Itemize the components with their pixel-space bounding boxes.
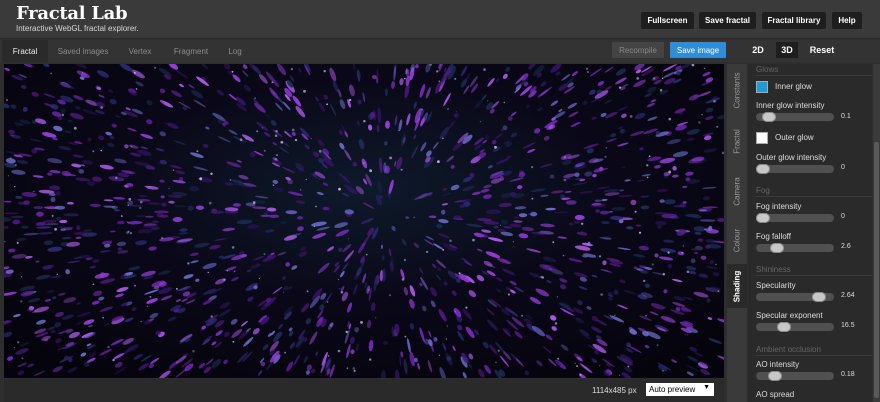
inner-glow-intensity-slider[interactable] (756, 112, 834, 122)
recompile-button[interactable]: Recompile (612, 42, 664, 58)
ao-intensity-slider[interactable] (756, 371, 834, 381)
reset-button[interactable]: Reset (806, 42, 838, 58)
outer-glow-label: Outer glow (775, 133, 814, 142)
fog-falloff-label: Fog falloff (756, 232, 791, 241)
section-divider (756, 355, 872, 356)
inner-glow-intensity-value: 0.1 (841, 113, 851, 120)
side-tab-colour[interactable]: Colour (727, 216, 747, 264)
slider-thumb[interactable] (762, 112, 776, 122)
specularity-slider[interactable] (756, 292, 834, 302)
app-tagline: Interactive WebGL fractal explorer. (16, 24, 139, 33)
app-logo: Fractal Lab (16, 3, 128, 24)
panel-scrollbar[interactable] (873, 64, 880, 402)
outer-glow-color-swatch[interactable] (756, 132, 768, 144)
specular-exponent-slider[interactable] (756, 322, 834, 332)
section-title-shininess: Shininess (756, 265, 791, 274)
mode-3d-button[interactable]: 3D (776, 42, 798, 58)
mode-2d-button[interactable]: 2D (747, 42, 769, 58)
main-tab-bar: Fractal Saved images Vertex Fragment Log… (0, 40, 880, 62)
panel-scrollbar-thumb[interactable] (874, 142, 879, 398)
settings-side-tabs: Constants Fractal Camera Colour Shading (727, 64, 747, 402)
preview-mode-select[interactable]: Auto preview ▼ (646, 383, 714, 396)
slider-thumb[interactable] (756, 213, 770, 223)
tab-log[interactable]: Log (220, 40, 250, 62)
fractal-render-image (4, 64, 724, 378)
inner-glow-label: Inner glow (775, 82, 812, 91)
specular-exponent-value: 16.5 (841, 322, 855, 329)
save-fractal-button[interactable]: Save fractal (699, 12, 756, 29)
section-title-fog: Fog (756, 186, 770, 195)
specular-exponent-label: Specular exponent (756, 311, 823, 320)
slider-thumb[interactable] (812, 292, 826, 302)
section-divider (756, 196, 872, 197)
ao-intensity-value: 0.18 (841, 371, 855, 378)
fog-intensity-value: 0 (841, 213, 845, 220)
section-divider (756, 275, 872, 276)
side-tab-shading[interactable]: Shading (727, 264, 747, 308)
outer-glow-intensity-slider[interactable] (756, 164, 834, 174)
specularity-label: Specularity (756, 281, 796, 290)
save-image-button[interactable]: Save image (670, 42, 726, 58)
outer-glow-intensity-label: Outer glow intensity (756, 153, 827, 162)
slider-thumb[interactable] (768, 371, 782, 381)
fractal-library-button[interactable]: Fractal library (762, 12, 826, 29)
preview-mode-value: Auto preview (649, 385, 696, 394)
section-title-ambient-occlusion: Ambient occlusion (756, 345, 821, 354)
resolution-readout: 1114x485 px (592, 386, 637, 395)
specularity-value: 2.64 (841, 292, 855, 299)
section-divider (756, 75, 872, 76)
tab-saved-images[interactable]: Saved images (50, 40, 116, 62)
fog-falloff-slider[interactable] (756, 243, 834, 253)
tab-fragment[interactable]: Fragment (164, 40, 218, 62)
side-tab-fractal[interactable]: Fractal (727, 116, 747, 166)
ao-spread-label: AO spread (756, 390, 795, 399)
fog-falloff-value: 2.6 (841, 243, 851, 250)
help-button[interactable]: Help (832, 12, 862, 29)
chevron-down-icon: ▼ (703, 384, 710, 391)
fog-intensity-label: Fog intensity (756, 202, 802, 211)
fullscreen-button[interactable]: Fullscreen (641, 12, 694, 29)
section-title-glows: Glows (756, 65, 779, 74)
inner-glow-color-swatch[interactable] (756, 81, 768, 93)
side-tab-camera[interactable]: Camera (727, 166, 747, 216)
slider-thumb[interactable] (756, 164, 770, 174)
render-status-bar: 1114x485 px Auto preview ▼ (4, 379, 724, 402)
slider-thumb[interactable] (770, 243, 784, 253)
fog-intensity-slider[interactable] (756, 213, 834, 223)
inner-glow-intensity-label: Inner glow intensity (756, 101, 825, 110)
tab-vertex[interactable]: Vertex (118, 40, 162, 62)
fractal-render-canvas[interactable] (4, 64, 724, 378)
slider-thumb[interactable] (777, 322, 791, 332)
tab-fractal[interactable]: Fractal (2, 40, 48, 62)
app-header: Fractal Lab Interactive WebGL fractal ex… (0, 0, 880, 39)
shading-settings-panel: Glows Inner glow Inner glow intensity 0.… (748, 64, 872, 402)
side-tab-constants[interactable]: Constants (727, 64, 747, 116)
outer-glow-intensity-value: 0 (841, 164, 845, 171)
ao-intensity-label: AO intensity (756, 360, 800, 369)
